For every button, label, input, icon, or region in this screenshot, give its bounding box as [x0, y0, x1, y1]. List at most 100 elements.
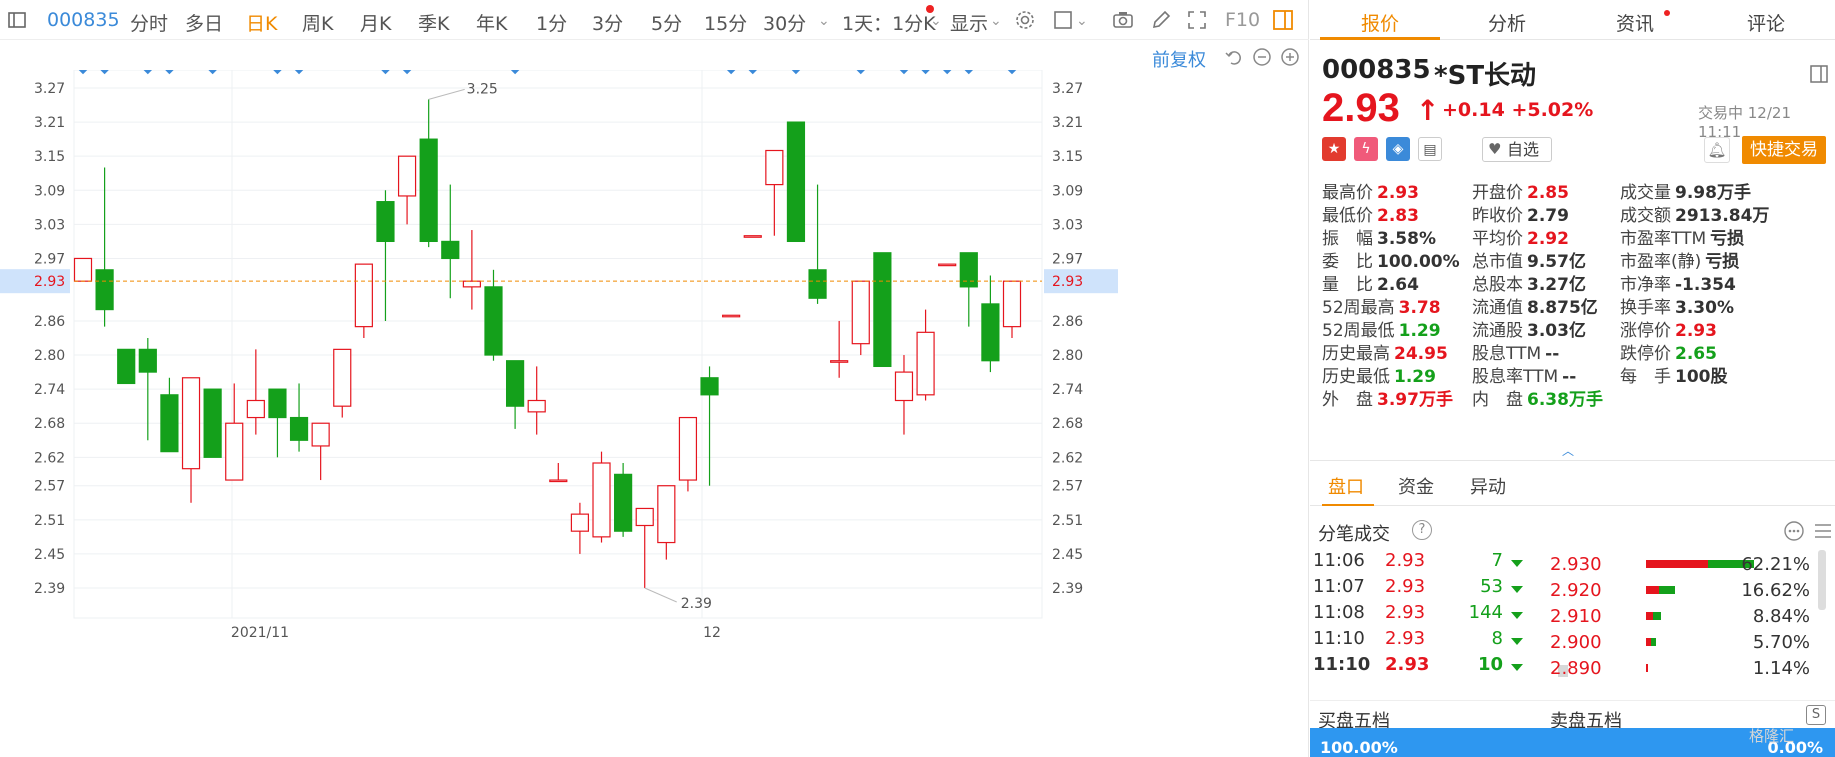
candle-body [484, 286, 503, 356]
fullscreen-icon[interactable] [1186, 9, 1208, 31]
tab-pankou[interactable]: 盘口 [1328, 473, 1364, 499]
event-diamond-icon[interactable] [381, 70, 390, 75]
period-30min[interactable]: 30分 [763, 9, 806, 36]
f10-button[interactable]: F10 [1225, 9, 1260, 31]
tick-volume: 7 [1491, 550, 1503, 571]
event-diamond-icon[interactable] [791, 70, 801, 75]
tab-anomaly[interactable]: 异动 [1470, 473, 1506, 499]
tick-price: 2.93 [1385, 628, 1426, 649]
subperiod-chevron-icon[interactable]: ⌄ [930, 13, 942, 29]
stat-value: 9.98万手 [1675, 183, 1751, 203]
distribution-row: 2.920 16.62% [1540, 580, 1830, 609]
distribution-scrollbar[interactable] [1818, 550, 1826, 610]
event-diamond-icon[interactable] [402, 70, 412, 75]
event-diamond-icon[interactable] [165, 70, 174, 75]
period-1min[interactable]: 1分 [536, 9, 567, 36]
tick-time: 11:10 [1313, 654, 1371, 675]
camera-icon[interactable] [1112, 9, 1134, 31]
shape-chevron-icon[interactable]: ⌄ [1076, 13, 1088, 29]
tab-funds[interactable]: 资金 [1398, 473, 1434, 499]
help-icon[interactable]: ? [1412, 520, 1432, 540]
stock-code-link[interactable]: 000835 [47, 9, 120, 31]
period-3min[interactable]: 3分 [592, 9, 623, 36]
period-15min[interactable]: 15分 [704, 9, 747, 36]
kline-chart[interactable]: 3.27 3.27 3.21 3.21 3.15 3.15 3.09 3.09 3.03 3.03… [0, 70, 1309, 757]
event-diamond-icon[interactable] [942, 70, 952, 75]
zoom-in-icon[interactable] [1280, 47, 1300, 67]
y-tick-label-right: 2.80 [1052, 348, 1083, 364]
price-adjust-toggle[interactable]: 前复权 [1152, 46, 1206, 72]
tag-icon[interactable]: ◈ [1386, 137, 1410, 161]
event-diamond-icon[interactable] [273, 70, 282, 75]
period-niank[interactable]: 年K [476, 9, 507, 36]
tab-comments[interactable]: 评论 [1747, 9, 1785, 36]
settings-gear-icon[interactable] [1014, 9, 1036, 31]
event-diamond-icon[interactable] [899, 70, 909, 75]
up-arrow-icon: ↑ [1416, 94, 1440, 127]
tick-time: 11:07 [1313, 576, 1365, 597]
event-diamond-icon[interactable] [748, 70, 757, 75]
stat-label: 总股本 [1472, 275, 1523, 295]
period-5min[interactable]: 5分 [651, 9, 682, 36]
list-menu-icon[interactable] [1813, 520, 1833, 542]
china-flag-icon[interactable]: ★ [1322, 137, 1346, 161]
y-tick-label-left: 3.09 [34, 183, 65, 199]
event-diamond-icon[interactable] [964, 70, 974, 75]
y-tick-label-left: 2.80 [34, 348, 65, 364]
quick-trade-button[interactable]: 快捷交易 [1742, 136, 1826, 164]
zoom-out-icon[interactable] [1252, 47, 1272, 67]
high-leader-line [428, 88, 465, 100]
distribution-row: 2.900 5.70% [1540, 632, 1830, 661]
alert-bell-icon[interactable]: 🔔︎ [1704, 137, 1730, 163]
plot-frame [73, 70, 1043, 619]
event-diamond-icon[interactable] [143, 70, 153, 75]
event-diamond-icon[interactable] [921, 70, 930, 75]
event-diamond-icon[interactable] [856, 70, 866, 75]
event-diamond-icon[interactable] [294, 70, 304, 75]
panel-layout-icon[interactable] [1272, 9, 1294, 31]
level5-settings-button[interactable]: S [1806, 705, 1826, 725]
stat-item: 52周最低 1.29 [1322, 316, 1441, 341]
period-zhouk[interactable]: 周K [302, 9, 333, 36]
period-jik[interactable]: 季K [418, 9, 449, 36]
event-diamond-icon[interactable] [78, 70, 88, 75]
tick-volume: 53 [1480, 576, 1503, 597]
stat-value: 100股 [1675, 367, 1728, 387]
period-fenshi[interactable]: 分时 [130, 9, 168, 36]
tab-analysis[interactable]: 分析 [1488, 9, 1526, 36]
lightning-icon[interactable]: ϟ [1354, 137, 1378, 161]
stat-label: 股息率TTM [1472, 367, 1559, 387]
dist-price: 2.890 [1550, 658, 1602, 679]
note-icon[interactable]: ▤ [1418, 137, 1442, 161]
display-select[interactable]: 显示 [950, 9, 988, 36]
pencil-icon[interactable] [1150, 9, 1172, 31]
event-diamond-icon[interactable] [208, 70, 217, 75]
period-rik[interactable]: 日K [246, 9, 277, 36]
current-price-label-right: 2.93 [1052, 274, 1083, 290]
news-dot [1664, 10, 1670, 16]
event-diamond-icon[interactable] [510, 70, 520, 75]
event-diamond-icon[interactable] [726, 70, 736, 75]
tick-volume: 10 [1477, 654, 1503, 675]
kline-svg[interactable]: 3.27 3.27 3.21 3.21 3.15 3.15 3.09 3.09 3.03 3.03… [0, 70, 1309, 757]
period-duori[interactable]: 多日 [185, 9, 223, 36]
period-yuek[interactable]: 月K [360, 9, 391, 36]
more-dots-icon[interactable] [1783, 520, 1805, 542]
tab-news[interactable]: 资讯 [1616, 9, 1654, 36]
sidebar-toggle-icon[interactable] [6, 9, 28, 31]
undo-icon[interactable] [1224, 47, 1244, 67]
period-more-chevron-icon[interactable]: ⌄ [818, 13, 830, 29]
tab-quote[interactable]: 报价 [1361, 9, 1399, 36]
display-chevron-icon[interactable]: ⌄ [990, 13, 1002, 29]
add-watchlist-button[interactable]: ♥ 自选 [1482, 137, 1552, 162]
buy-ratio: 100.00% [1320, 738, 1398, 757]
event-diamond-icon[interactable] [100, 70, 109, 75]
current-price-label-left: 2.93 [34, 274, 65, 290]
event-diamond-icon[interactable] [1007, 70, 1017, 75]
collapse-panel-icon[interactable] [1808, 63, 1830, 85]
stat-item: 最高价 2.93 [1322, 178, 1419, 203]
collapse-caret-icon[interactable]: ︿ [1562, 442, 1576, 458]
shape-select-icon[interactable] [1052, 9, 1074, 31]
subperiod-select[interactable]: 1天：1分K [842, 9, 936, 36]
stat-item: 市净率 -1.354 [1620, 270, 1736, 295]
